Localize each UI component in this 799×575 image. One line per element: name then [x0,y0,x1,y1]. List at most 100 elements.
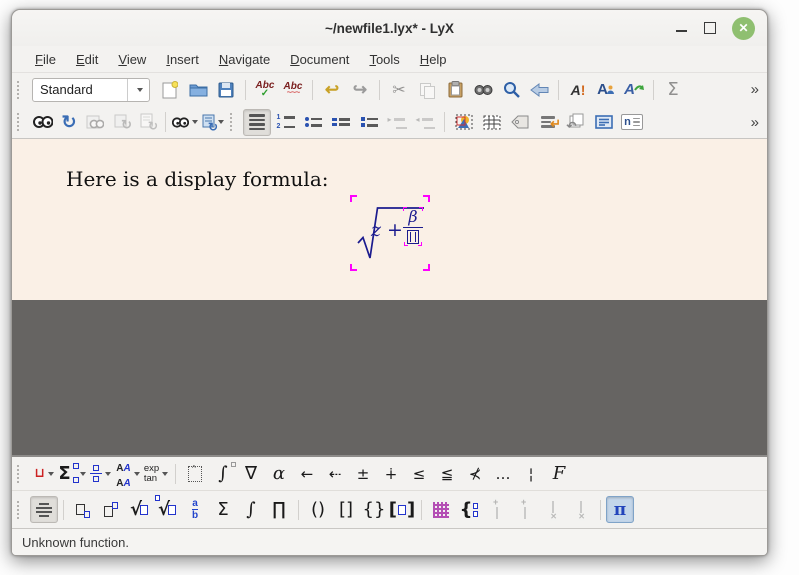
leqq-button[interactable]: ≦ [433,460,461,487]
insert-cases-button[interactable]: { [455,496,483,523]
fraction-denominator-placeholder[interactable] [407,230,419,244]
menu-view[interactable]: View [109,49,155,70]
menu-edit[interactable]: Edit [67,49,107,70]
close-button[interactable]: ✕ [732,17,755,40]
toggle-emphasis-button[interactable]: A! [564,76,592,103]
spellcheck-continuously-button[interactable]: Abc ~~~ [279,76,307,103]
brackets-button[interactable]: [] [332,496,360,523]
add-row-button[interactable]: + [483,496,511,523]
dot-plus-button[interactable]: ∔ [377,460,405,487]
advanced-search-button[interactable] [497,76,525,103]
forward-search-button[interactable]: ↻ [134,109,160,136]
not-precedes-button[interactable]: ⊀ [461,460,489,487]
cut-button[interactable]: ✂ [385,76,413,103]
math-functions-menu-button[interactable]: exp tan [142,460,170,487]
nth-root-button[interactable]: √ [153,496,181,523]
add-column-button[interactable]: + [511,496,539,523]
paragraph-text[interactable]: Here is a display formula: [66,167,328,191]
big-integral-button[interactable]: ∫ [237,496,265,523]
menu-file[interactable]: File [26,49,65,70]
toolbar-overflow-button[interactable]: » [751,114,761,131]
braces-button[interactable]: {} [360,496,388,523]
arrow-left-button[interactable]: ← [293,460,321,487]
toggle-math-panel-button[interactable]: π [606,496,634,523]
combo-dropdown-icon[interactable] [127,79,149,101]
math-operators-menu-button[interactable]: Σ [58,460,86,487]
subscript-button[interactable] [69,496,97,523]
toolbar-overflow-button[interactable]: » [751,81,761,98]
save-document-button[interactable] [212,76,240,103]
plus-minus-button[interactable]: ± [349,460,377,487]
undo-button[interactable]: ↩ [318,76,346,103]
delete-column-button[interactable]: ✕ [567,496,595,523]
update-button[interactable]: ↻ [56,109,82,136]
navigate-back-button[interactable] [525,76,553,103]
math-inset[interactable]: z + β [350,195,430,271]
integral-button[interactable]: ∫ [209,460,237,487]
menu-document[interactable]: Document [281,49,358,70]
math-fractions-menu-button[interactable] [86,460,114,487]
square-root-button[interactable]: √ [125,496,153,523]
delete-row-button[interactable]: ✕ [539,496,567,523]
minimize-button[interactable] [675,22,688,35]
insert-cross-reference-button[interactable]: ↵ [534,109,562,136]
redo-button[interactable]: ↪ [346,76,374,103]
new-document-button[interactable] [156,76,184,103]
apply-last-style-button[interactable]: A [620,76,648,103]
leq-button[interactable]: ≤ [405,460,433,487]
paste-button[interactable] [441,76,469,103]
insert-graphics-button[interactable] [450,109,478,136]
ellipsis-button[interactable]: … [489,460,517,487]
alpha-button[interactable]: α [265,460,293,487]
math-spacing-button[interactable] [181,460,209,487]
maximize-button[interactable] [704,22,716,34]
arrow-dashed-button[interactable]: ⇠ [321,460,349,487]
delete-row-icon: ✕ [552,502,554,518]
insert-index-entry-button[interactable] [590,109,618,136]
update-master-button[interactable]: ↻ [108,109,134,136]
insert-nomenclature-button[interactable]: n [618,109,646,136]
menu-tools[interactable]: Tools [360,49,408,70]
insert-citation-button[interactable]: ↶ [562,109,590,136]
product-button[interactable]: ∏ [265,496,293,523]
paragraph-style-combo[interactable]: Standard [32,78,150,102]
menu-help[interactable]: Help [411,49,456,70]
italic-f-button[interactable]: F [545,460,573,487]
math-decorations-menu-button[interactable]: ⊔ [30,460,58,487]
copy-button[interactable] [413,76,441,103]
layout-standard-button[interactable] [243,109,271,136]
open-document-button[interactable] [184,76,212,103]
layout-itemize-button[interactable] [299,109,327,136]
fraction-button[interactable]: ab [181,496,209,523]
math-display-toggle-button[interactable] [30,496,58,523]
fraction-numerator[interactable]: β [405,208,420,226]
insert-math-button[interactable]: Σ [659,76,687,103]
sum-button[interactable]: Σ [209,496,237,523]
title-bar[interactable]: ~/newfile1.lyx* - LyX ✕ [12,10,767,46]
document-canvas[interactable]: Here is a display formula: z + β [12,138,767,300]
formula-fraction[interactable]: β [401,208,425,244]
insert-table-button[interactable] [478,109,506,136]
superscript-button[interactable] [97,496,125,523]
depth-increment-button[interactable]: ▸ [383,109,411,136]
math-fonts-menu-button[interactable]: AA AA [114,460,142,487]
toggle-noun-button[interactable]: A [592,76,620,103]
check-spelling-button[interactable]: Abc ✓ [251,76,279,103]
parentheses-button[interactable]: () [304,496,332,523]
nabla-button[interactable]: ∇ [237,460,265,487]
insert-matrix-button[interactable] [427,496,455,523]
menu-navigate[interactable]: Navigate [210,49,279,70]
find-button[interactable] [469,76,497,103]
layout-enumerate-button[interactable]: 1 2 [271,109,299,136]
menu-insert[interactable]: Insert [157,49,208,70]
view-other-formats-button[interactable] [171,109,199,136]
broken-bar-button[interactable]: ¦ [517,460,545,487]
delimiters-button[interactable]: [] [388,496,416,523]
depth-decrement-button[interactable]: ◂ [411,109,439,136]
view-button[interactable] [30,109,56,136]
update-other-formats-button[interactable]: ↻ [199,109,227,136]
layout-description-button[interactable] [327,109,355,136]
insert-label-button[interactable] [506,109,534,136]
layout-labeling-button[interactable] [355,109,383,136]
view-master-button[interactable] [82,109,108,136]
